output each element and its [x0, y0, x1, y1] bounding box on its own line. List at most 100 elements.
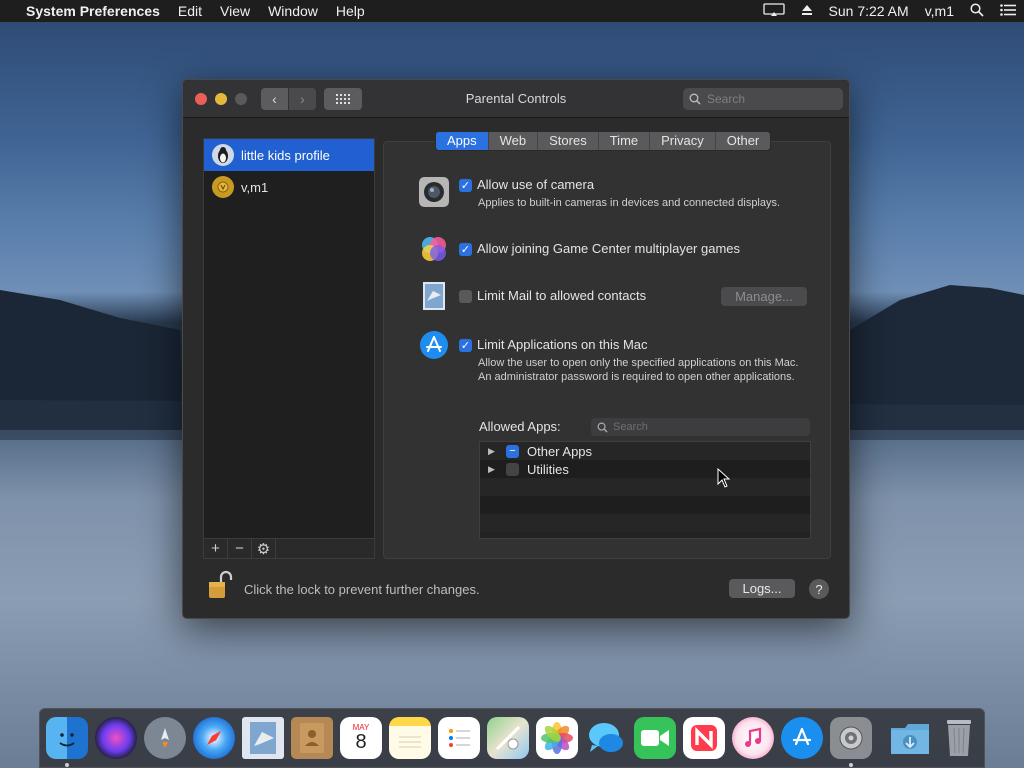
launchpad-icon[interactable]	[144, 717, 186, 759]
disclosure-triangle-icon[interactable]: ▶	[488, 446, 500, 457]
tree-row-label: Other Apps	[527, 443, 593, 459]
allowed-apps-tree: ▶ − Other Apps ▶ Utilities	[479, 441, 811, 539]
calendar-day: 8	[355, 730, 367, 753]
tree-row-label: Utilities	[527, 461, 569, 477]
allowed-apps-search[interactable]	[591, 418, 810, 436]
app-store-icon	[420, 331, 448, 359]
itunes-icon[interactable]	[732, 717, 774, 759]
add-user-button[interactable]: +	[204, 539, 228, 558]
allowed-apps-search-input[interactable]	[613, 421, 793, 433]
search-icon	[689, 93, 701, 105]
camera-checkbox[interactable]: ✓	[459, 179, 472, 192]
eject-icon[interactable]	[801, 3, 813, 19]
lock-hint-text: Click the lock to prevent further change…	[244, 582, 480, 597]
penguin-avatar-icon	[212, 144, 234, 166]
airplay-display-icon[interactable]	[762, 2, 785, 20]
user-list-toolbar: + − ⚙	[203, 539, 375, 559]
menu-window[interactable]: Window	[268, 3, 318, 19]
manage-contacts-button[interactable]: Manage...	[721, 287, 807, 306]
menu-bar: System Preferences Edit View Window Help…	[0, 0, 1024, 22]
limit-apps-checkbox[interactable]: ✓	[459, 339, 472, 352]
camera-option: ✓ Allow use of camera Applies to built-i…	[419, 177, 780, 210]
mail-checkbox[interactable]	[459, 290, 472, 303]
safari-icon[interactable]	[193, 717, 235, 759]
siri-icon[interactable]	[95, 717, 137, 759]
app-store-dock-icon[interactable]	[781, 717, 823, 759]
menu-app-name[interactable]: System Preferences	[26, 3, 160, 19]
spotlight-search-icon[interactable]	[970, 2, 984, 20]
game-center-icon	[422, 237, 446, 261]
parental-controls-window: ‹ › Parental Controls little kids profil…	[182, 79, 850, 619]
tree-row-utilities[interactable]: ▶ Utilities	[480, 460, 810, 478]
notes-icon[interactable]	[389, 717, 431, 759]
utilities-checkbox[interactable]	[506, 462, 519, 476]
menu-clock[interactable]: Sun 7:22 AM	[829, 3, 909, 19]
menu-view[interactable]: View	[220, 3, 250, 19]
user-name: little kids profile	[241, 147, 330, 163]
other-apps-checkbox[interactable]: −	[506, 444, 519, 458]
gear-icon: ⚙	[256, 540, 271, 558]
messages-icon[interactable]	[585, 717, 627, 759]
game-center-label: Allow joining Game Center multiplayer ga…	[477, 241, 741, 256]
limit-apps-option: ✓ Limit Applications on this Mac Allow t…	[419, 330, 799, 384]
menu-edit[interactable]: Edit	[178, 3, 202, 19]
tab-web[interactable]: Web	[489, 132, 539, 150]
menu-extras: Sun 7:22 AM v,m1	[747, 2, 1016, 20]
search-icon	[597, 422, 608, 433]
mail-option: Limit Mail to allowed contacts	[419, 281, 646, 311]
game-center-option: ✓ Allow joining Game Center multiplayer …	[419, 234, 740, 264]
preferences-search[interactable]	[683, 88, 843, 110]
tab-bar: Apps Web Stores Time Privacy Other	[435, 131, 772, 151]
tree-row-empty	[480, 496, 810, 514]
system-preferences-icon[interactable]	[830, 717, 872, 767]
facetime-icon[interactable]	[634, 717, 676, 759]
tab-time[interactable]: Time	[599, 132, 651, 150]
remove-user-button[interactable]: −	[228, 539, 252, 558]
unlocked-padlock-icon[interactable]	[207, 570, 233, 600]
finder-icon[interactable]	[46, 717, 88, 767]
user-list: little kids profile v,m1	[203, 138, 375, 539]
mail-stamp-icon	[423, 282, 445, 310]
camera-label: Allow use of camera	[477, 177, 595, 192]
user-name: v,m1	[241, 179, 269, 195]
user-item-vm1[interactable]: v,m1	[204, 171, 374, 203]
mail-app-icon[interactable]	[242, 717, 284, 759]
menu-help[interactable]: Help	[336, 3, 365, 19]
running-indicator	[65, 763, 69, 767]
maps-icon[interactable]	[487, 717, 529, 759]
allowed-apps-label: Allowed Apps:	[479, 419, 561, 434]
tab-apps[interactable]: Apps	[436, 132, 489, 150]
logs-button[interactable]: Logs...	[729, 579, 795, 598]
search-input[interactable]	[707, 92, 827, 106]
running-indicator	[849, 763, 853, 767]
disclosure-triangle-icon[interactable]: ▶	[488, 464, 500, 475]
news-icon[interactable]	[683, 717, 725, 759]
tree-row-other-apps[interactable]: ▶ − Other Apps	[480, 442, 810, 460]
title-bar[interactable]: ‹ › Parental Controls	[183, 80, 849, 118]
medal-avatar-icon	[212, 176, 234, 198]
help-button[interactable]: ?	[809, 579, 829, 599]
trash-icon[interactable]	[938, 717, 980, 759]
mouse-cursor-icon	[717, 468, 731, 488]
camera-icon	[419, 177, 449, 207]
game-center-checkbox[interactable]: ✓	[459, 243, 472, 256]
downloads-folder-icon[interactable]	[889, 717, 931, 759]
tab-stores[interactable]: Stores	[538, 132, 599, 150]
tree-row-empty	[480, 478, 810, 496]
reminders-icon[interactable]	[438, 717, 480, 759]
photos-icon[interactable]	[536, 717, 578, 759]
camera-description: Applies to built-in cameras in devices a…	[478, 197, 781, 209]
menu-user[interactable]: v,m1	[925, 3, 954, 19]
contacts-icon[interactable]	[291, 717, 333, 759]
tab-privacy[interactable]: Privacy	[650, 132, 716, 150]
tab-other[interactable]: Other	[716, 132, 771, 150]
mail-label: Limit Mail to allowed contacts	[477, 288, 647, 303]
notification-center-icon[interactable]	[1000, 3, 1016, 19]
user-item-little-kids-profile[interactable]: little kids profile	[204, 139, 374, 171]
limit-apps-label: Limit Applications on this Mac	[477, 337, 648, 352]
dock: MAY 8	[39, 708, 985, 768]
gear-menu-button[interactable]: ⚙	[252, 539, 276, 558]
limit-apps-description: Allow the user to open only the specifie…	[478, 357, 799, 383]
calendar-icon[interactable]: MAY 8	[340, 717, 382, 759]
tree-row-empty	[480, 514, 810, 532]
